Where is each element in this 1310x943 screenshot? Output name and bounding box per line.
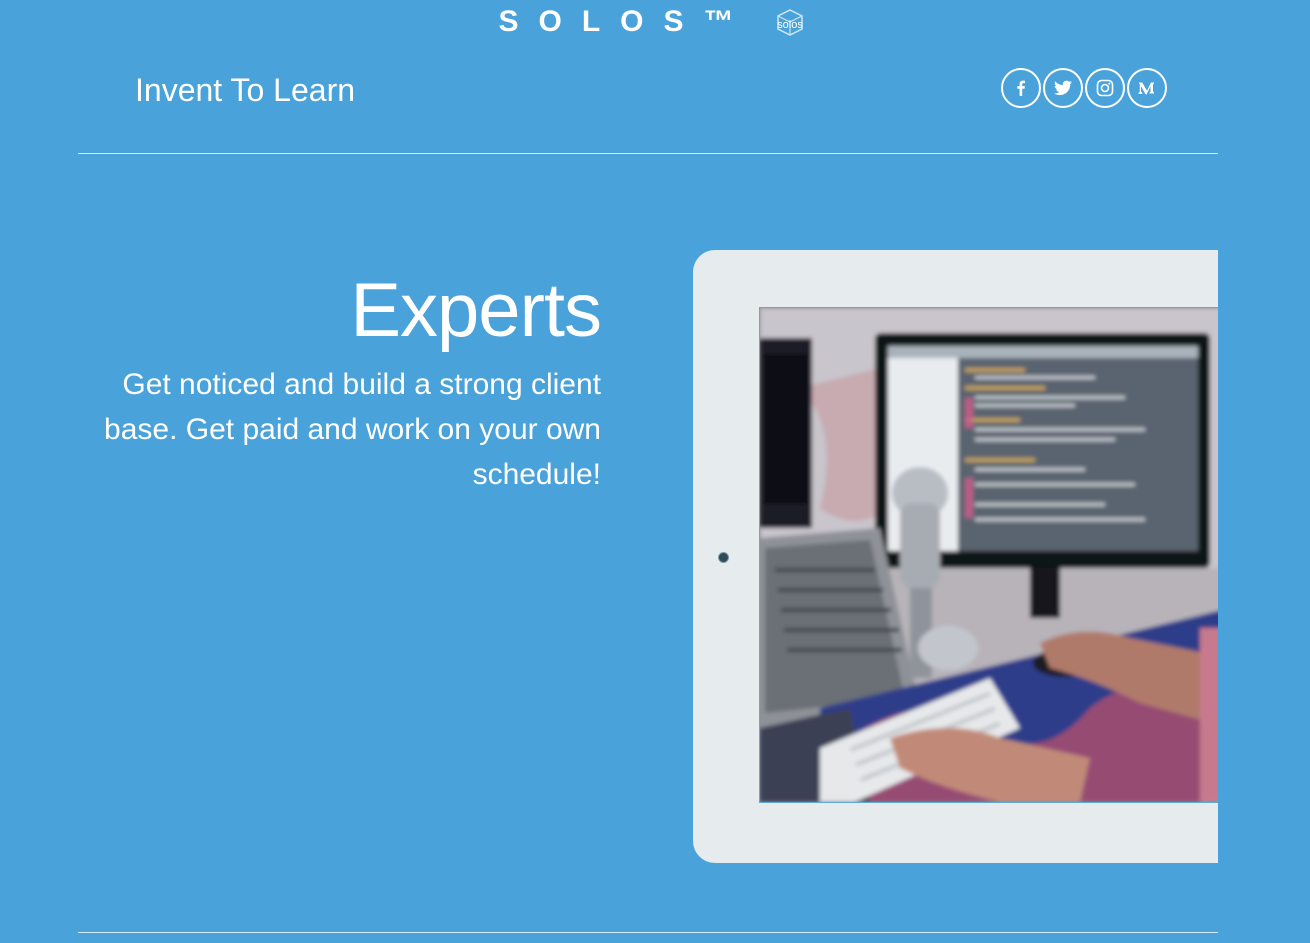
site-title-link[interactable]: Invent To Learn [135, 70, 355, 110]
brand-name[interactable]: SOLOS™ [498, 2, 753, 42]
facebook-button[interactable] [1001, 68, 1041, 108]
page: SOLOS™ solos Invent To Learn Experts Get… [0, 0, 1310, 943]
svg-text:solos: solos [777, 19, 803, 31]
medium-icon [1138, 82, 1154, 95]
social-links [1001, 68, 1167, 108]
footer-divider [78, 932, 1218, 933]
facebook-icon [1017, 80, 1025, 96]
brand-bar: SOLOS™ solos [0, 2, 1310, 42]
instagram-button[interactable] [1085, 68, 1125, 108]
hero-description: Get noticed and build a strong client ba… [104, 368, 601, 491]
header-divider [78, 153, 1218, 154]
solos-logo-icon[interactable]: solos [768, 7, 812, 37]
hero-text: Experts Get noticed and build a strong c… [101, 268, 602, 497]
instagram-icon [1096, 79, 1114, 97]
twitter-button[interactable] [1043, 68, 1083, 108]
tablet-camera [718, 552, 729, 563]
tablet-mockup [693, 250, 1218, 863]
workstation-photo [759, 307, 1218, 803]
medium-button[interactable] [1127, 68, 1167, 108]
hero-title: Experts [350, 268, 602, 353]
twitter-icon [1054, 80, 1072, 96]
